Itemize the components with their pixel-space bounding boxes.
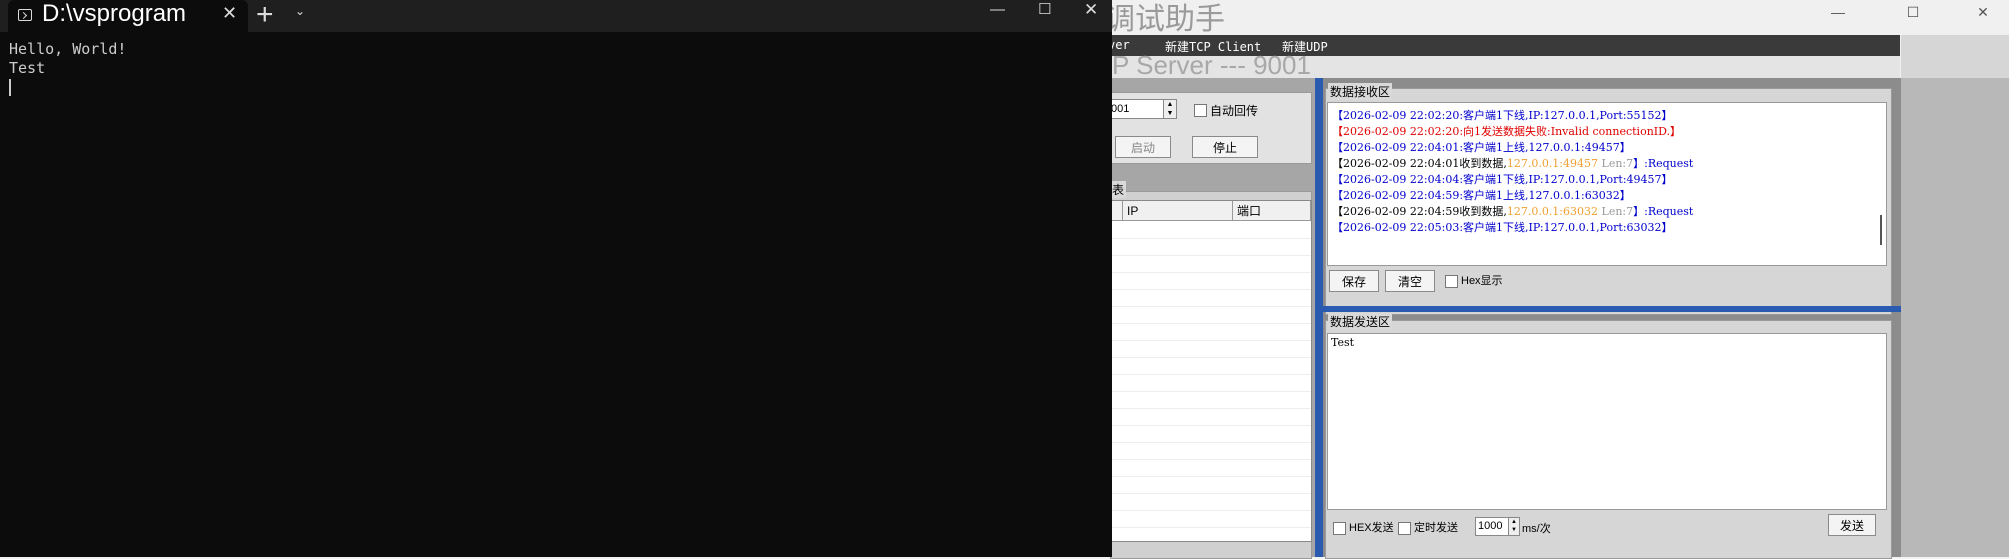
log-line: 【2026-02-09 22:04:04:客户端1下线,IP:127.0.0.1… (1332, 171, 1673, 187)
log-line-ip: 127.0.0.1:63032 (1506, 205, 1599, 218)
recv-scrollbar[interactable] (1880, 215, 1882, 245)
client-list-label: 表 (1110, 181, 1127, 198)
save-button[interactable]: 保存 (1329, 270, 1379, 292)
recv-group-label: 数据接收区 (1328, 83, 1393, 100)
send-text-area[interactable]: Test (1327, 333, 1887, 510)
assistant-close-button[interactable]: ✕ (1960, 0, 2006, 24)
server-title-bar: P Server --- 9001 (1110, 50, 1900, 80)
log-line: 【2026-02-09 22:04:59收到数据,127.0.0.1:63032… (1332, 203, 1693, 219)
log-line-len: Len:7 (1601, 157, 1634, 170)
table-row (1111, 256, 1311, 273)
port-input[interactable]: 001 (1110, 99, 1164, 119)
stop-button[interactable]: 停止 (1192, 136, 1258, 158)
terminal-line: Hello, World! (9, 40, 127, 58)
tab-close-icon[interactable]: ✕ (222, 3, 237, 24)
log-line-tail: 】:Request (1633, 157, 1694, 170)
start-button[interactable]: 启动 (1115, 136, 1171, 158)
table-row (1111, 307, 1311, 324)
table-header-ip[interactable]: IP (1123, 201, 1233, 221)
terminal-tab-title: D:\vsprogram (42, 0, 187, 27)
log-line: 【2026-02-09 22:02:20:客户端1下线,IP:127.0.0.1… (1332, 107, 1673, 123)
chevron-down-icon[interactable]: ⌄ (295, 4, 305, 18)
log-line: 【2026-02-09 22:04:59:客户端1上线,127.0.0.1:63… (1332, 187, 1631, 203)
log-line-text: 【2026-02-09 22:04:59收到数据, (1332, 205, 1507, 218)
log-line-text: 【2026-02-09 22:05:03:客户端1下线,IP:127.0.0.1… (1332, 221, 1673, 234)
table-header-blank (1111, 201, 1123, 221)
timed-send-checkbox[interactable] (1398, 522, 1411, 535)
table-row (1111, 477, 1311, 494)
recv-text-area[interactable]: 【2026-02-09 22:02:20:客户端1下线,IP:127.0.0.1… (1327, 102, 1887, 266)
table-row (1111, 443, 1311, 460)
table-row (1111, 273, 1311, 290)
terminal-line: Test (9, 59, 46, 77)
table-row (1111, 409, 1311, 426)
panel-divider[interactable] (1323, 306, 1901, 312)
log-line-tail: 】:Request (1633, 205, 1694, 218)
log-line: 【2026-02-09 22:02:20:向1发送数据失败:Invalid co… (1332, 123, 1681, 139)
send-group-label: 数据发送区 (1328, 313, 1393, 330)
assistant-sidebar (1901, 78, 2009, 557)
table-row (1111, 341, 1311, 358)
minimize-icon[interactable]: — (990, 0, 1005, 24)
table-row (1111, 324, 1311, 341)
terminal-window[interactable]: D:\vsprogram ✕ + ⌄ — ☐ ✕ Hello, World! T… (0, 0, 1112, 557)
timed-send-label: 定时发送 (1414, 522, 1458, 534)
table-row (1111, 426, 1311, 443)
table-row (1111, 511, 1311, 528)
log-line-text: 【2026-02-09 22:04:59:客户端1上线,127.0.0.1:63… (1332, 189, 1631, 202)
terminal-icon (18, 9, 32, 21)
hex-display-label: Hex显示 (1461, 275, 1503, 287)
table-row (1111, 460, 1311, 477)
table-row (1111, 392, 1311, 409)
assistant-sidebar-top (1901, 35, 2009, 78)
port-stepper[interactable]: ▲ ▼ (1163, 99, 1177, 119)
clear-button[interactable]: 清空 (1385, 270, 1435, 292)
terminal-tab-bar: D:\vsprogram ✕ + ⌄ — ☐ ✕ (0, 0, 1112, 32)
log-line-text: 【2026-02-09 22:02:20:客户端1下线,IP:127.0.0.1… (1332, 109, 1673, 122)
hex-display-checkbox[interactable] (1445, 275, 1458, 288)
send-text: Test (1331, 336, 1355, 349)
log-line: 【2026-02-09 22:05:03:客户端1下线,IP:127.0.0.1… (1332, 219, 1673, 235)
send-button[interactable]: 发送 (1828, 514, 1876, 536)
log-line-text: 【2026-02-09 22:04:01收到数据, (1332, 157, 1507, 170)
hex-send-label: HEX发送 (1349, 522, 1394, 534)
log-line-len: Len:7 (1601, 205, 1634, 218)
assistant-maximize-button[interactable]: ☐ (1890, 0, 1936, 24)
panel-splitter[interactable] (1315, 78, 1323, 557)
interval-stepper[interactable]: ▲ ▼ (1508, 517, 1520, 536)
window-close-icon[interactable]: ✕ (1084, 0, 1098, 24)
hex-send-checkbox[interactable] (1333, 522, 1346, 535)
server-title: P Server --- 9001 (1112, 50, 1311, 80)
table-row (1111, 222, 1311, 239)
terminal-tab[interactable]: D:\vsprogram ✕ (8, 0, 248, 32)
log-line-text: 【2026-02-09 22:04:04:客户端1下线,IP:127.0.0.1… (1332, 173, 1673, 186)
table-header-port[interactable]: 端口 (1233, 201, 1311, 221)
new-tab-icon[interactable]: + (256, 0, 274, 32)
log-line-text: 【2026-02-09 22:04:01:客户端1上线,127.0.0.1:49… (1332, 141, 1631, 154)
interval-unit-label: ms/次 (1522, 523, 1551, 535)
log-line-ip: 127.0.0.1:49457 (1506, 157, 1599, 170)
log-line: 【2026-02-09 22:04:01收到数据,127.0.0.1:49457… (1332, 155, 1693, 171)
auto-reply-label: 自动回传 (1210, 104, 1259, 118)
assistant-minimize-button[interactable]: — (1815, 0, 1861, 24)
log-line: 【2026-02-09 22:04:01:客户端1上线,127.0.0.1:49… (1332, 139, 1631, 155)
terminal-output[interactable]: Hello, World! Test (9, 40, 126, 78)
auto-reply-checkbox[interactable] (1194, 104, 1207, 117)
table-row (1111, 239, 1311, 256)
maximize-icon[interactable]: ☐ (1038, 0, 1051, 24)
table-row (1111, 358, 1311, 375)
log-line-text: 【2026-02-09 22:02:20:向1发送数据失败:Invalid co… (1332, 125, 1682, 138)
interval-input[interactable]: 1000 (1475, 517, 1509, 536)
table-row (1111, 290, 1311, 307)
client-table[interactable]: IP 端口 (1110, 200, 1312, 542)
table-row (1111, 494, 1311, 511)
terminal-cursor (9, 79, 11, 96)
table-row (1111, 375, 1311, 392)
